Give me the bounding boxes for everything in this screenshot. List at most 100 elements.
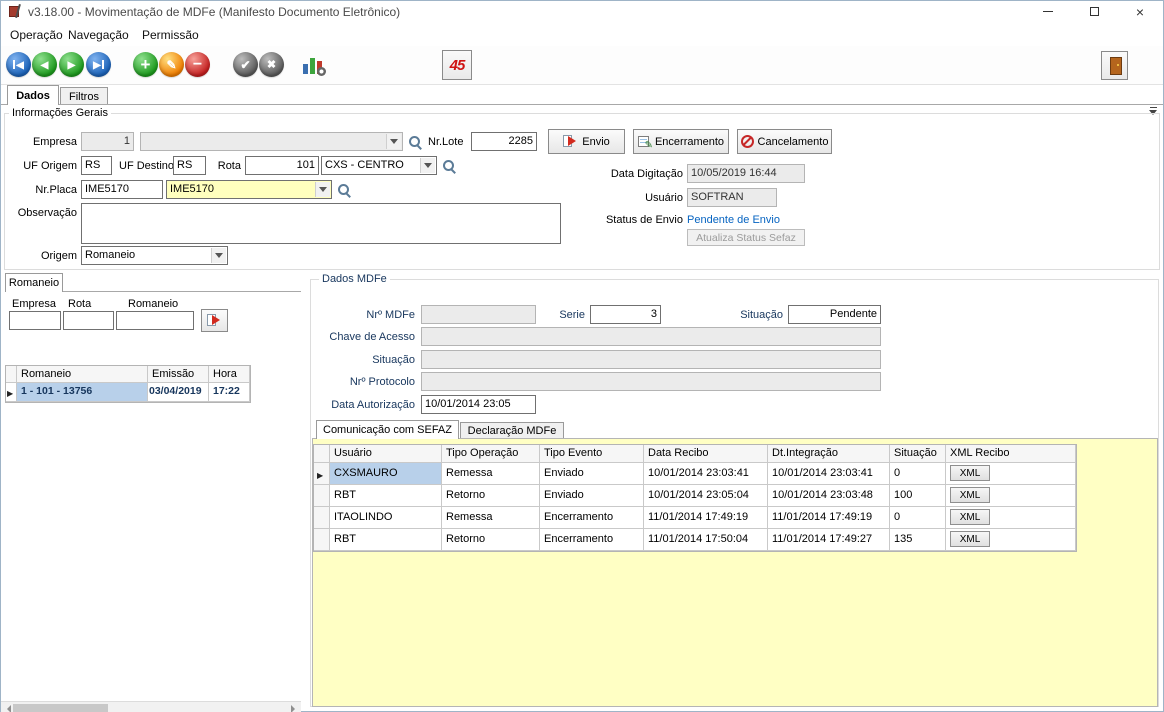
scrollbar-thumb[interactable] <box>13 704 108 712</box>
close-button[interactable]: × <box>1117 1 1163 22</box>
situacao-field: Pendente <box>788 305 881 324</box>
cell-dt-integracao[interactable]: 10/01/2014 23:03:48 <box>768 485 890 507</box>
cell-usuario[interactable]: RBT <box>330 485 442 507</box>
scroll-left-icon[interactable] <box>3 705 11 712</box>
row-indicator <box>314 529 330 551</box>
encerramento-button-label: Encerramento <box>655 136 724 148</box>
sefaz-grid: Usuário Tipo Operação Tipo Evento Data R… <box>313 444 1077 552</box>
cell-tipo-operacao[interactable]: Remessa <box>442 463 540 485</box>
nr-placa-field[interactable]: IME5170 <box>81 180 163 199</box>
cell-data-recibo[interactable]: 11/01/2014 17:49:19 <box>644 507 768 529</box>
cell-situacao[interactable]: 135 <box>890 529 946 551</box>
envio-button-label: Envio <box>582 136 610 148</box>
nr-placa-combo[interactable]: IME5170 <box>166 180 332 199</box>
cell-tipo-evento[interactable]: Enviado <box>540 463 644 485</box>
chevron-down-icon[interactable] <box>420 158 435 173</box>
rota-search-icon[interactable] <box>442 159 456 173</box>
xml-button[interactable]: XML <box>950 509 990 525</box>
cell-usuario[interactable]: RBT <box>330 529 442 551</box>
cell-tipo-operacao[interactable]: Remessa <box>442 507 540 529</box>
horizontal-scrollbar[interactable] <box>1 701 301 712</box>
row-indicator-icon <box>314 463 330 485</box>
cell-situacao[interactable]: 100 <box>890 485 946 507</box>
logo-45-button[interactable]: 45 <box>442 50 472 80</box>
romaneio-rota-label: Rota <box>68 298 91 310</box>
origem-combo[interactable]: Romaneio <box>81 246 228 265</box>
cancelamento-button[interactable]: Cancelamento <box>737 129 832 154</box>
romaneio-cell-romaneio[interactable]: 1 - 101 - 13756 <box>17 383 148 402</box>
cell-tipo-evento[interactable]: Encerramento <box>540 507 644 529</box>
empresa-combo[interactable] <box>140 132 403 151</box>
xml-button[interactable]: XML <box>950 487 990 503</box>
cell-dt-integracao[interactable]: 11/01/2014 17:49:19 <box>768 507 890 529</box>
romaneio-go-button[interactable] <box>201 309 228 332</box>
romaneio-romaneio-label: Romaneio <box>128 298 178 310</box>
chart-button[interactable] <box>301 53 327 77</box>
empresa-search-icon[interactable] <box>408 135 422 149</box>
cell-dt-integracao[interactable]: 10/01/2014 23:03:41 <box>768 463 890 485</box>
xml-button[interactable]: XML <box>950 531 990 547</box>
cell-tipo-evento[interactable]: Enviado <box>540 485 644 507</box>
rota-combo[interactable]: CXS - CENTRO <box>321 156 437 175</box>
cell-usuario[interactable]: CXSMAURO <box>330 463 442 485</box>
cell-dt-integracao[interactable]: 11/01/2014 17:49:27 <box>768 529 890 551</box>
sefaz-col-data-recibo: Data Recibo <box>644 445 768 463</box>
delete-button[interactable] <box>185 52 210 77</box>
chevron-down-icon[interactable] <box>386 134 401 149</box>
cancel-toolbar-button[interactable] <box>259 52 284 77</box>
cell-tipo-operacao[interactable]: Retorno <box>442 529 540 551</box>
romaneio-romaneio-field[interactable] <box>116 311 194 330</box>
placa-search-icon[interactable] <box>337 183 351 197</box>
nav-first-button[interactable] <box>6 52 31 77</box>
situacao2-field <box>421 350 881 369</box>
uf-origem-label: UF Origem <box>11 160 77 172</box>
cell-tipo-operacao[interactable]: Retorno <box>442 485 540 507</box>
encerramento-button[interactable]: Encerramento <box>633 129 729 154</box>
tab-declaracao-mdfe[interactable]: Declaração MDFe <box>460 422 564 439</box>
tab-dados[interactable]: Dados <box>7 85 59 105</box>
nav-prev-button[interactable] <box>32 52 57 77</box>
add-button[interactable] <box>133 52 158 77</box>
rota-field[interactable]: 101 <box>245 156 319 175</box>
toolbar: 45 <box>1 46 1163 85</box>
nr-lote-field[interactable]: 2285 <box>471 132 537 151</box>
close-icon: × <box>1136 5 1144 19</box>
menu-navegacao[interactable]: Navegação <box>61 25 136 43</box>
tab-romaneio[interactable]: Romaneio <box>5 273 63 292</box>
cell-usuario[interactable]: ITAOLINDO <box>330 507 442 529</box>
maximize-button[interactable] <box>1071 1 1117 22</box>
confirm-button[interactable] <box>233 52 258 77</box>
atualiza-status-button[interactable]: Atualiza Status Sefaz <box>687 229 805 246</box>
romaneio-cell-hora[interactable]: 17:22 <box>209 383 250 402</box>
nav-next-button[interactable] <box>59 52 84 77</box>
uf-origem-field[interactable]: RS <box>81 156 112 175</box>
uf-destino-field[interactable]: RS <box>173 156 206 175</box>
observacao-textarea[interactable] <box>81 203 561 244</box>
cell-data-recibo[interactable]: 10/01/2014 23:05:04 <box>644 485 768 507</box>
exit-button[interactable] <box>1101 51 1128 80</box>
minimize-button[interactable] <box>1025 1 1071 22</box>
chevron-down-icon[interactable] <box>211 248 226 263</box>
menu-operacao[interactable]: Operação <box>3 25 70 43</box>
cell-situacao[interactable]: 0 <box>890 507 946 529</box>
envio-button[interactable]: Envio <box>548 129 625 154</box>
romaneio-empresa-field[interactable] <box>9 311 61 330</box>
cell-tipo-evento[interactable]: Encerramento <box>540 529 644 551</box>
cell-data-recibo[interactable]: 10/01/2014 23:03:41 <box>644 463 768 485</box>
edit-button[interactable] <box>159 52 184 77</box>
menu-permissao[interactable]: Permissão <box>135 25 206 43</box>
chevron-down-icon[interactable] <box>315 182 330 197</box>
nav-last-button[interactable] <box>86 52 111 77</box>
nr-lote-label: Nr.Lote <box>428 136 463 148</box>
minus-icon <box>193 57 202 73</box>
romaneio-cell-emissao[interactable]: 03/04/2019 <box>148 383 209 402</box>
sefaz-col-tipo-evento: Tipo Evento <box>540 445 644 463</box>
tab-filtros[interactable]: Filtros <box>60 87 108 105</box>
tab-divider <box>1 104 1163 105</box>
cell-data-recibo[interactable]: 11/01/2014 17:50:04 <box>644 529 768 551</box>
tab-comunicacao-sefaz[interactable]: Comunicação com SEFAZ <box>316 420 459 439</box>
cell-situacao[interactable]: 0 <box>890 463 946 485</box>
romaneio-rota-field[interactable] <box>63 311 114 330</box>
xml-button[interactable]: XML <box>950 465 990 481</box>
scroll-right-icon[interactable] <box>291 705 299 712</box>
